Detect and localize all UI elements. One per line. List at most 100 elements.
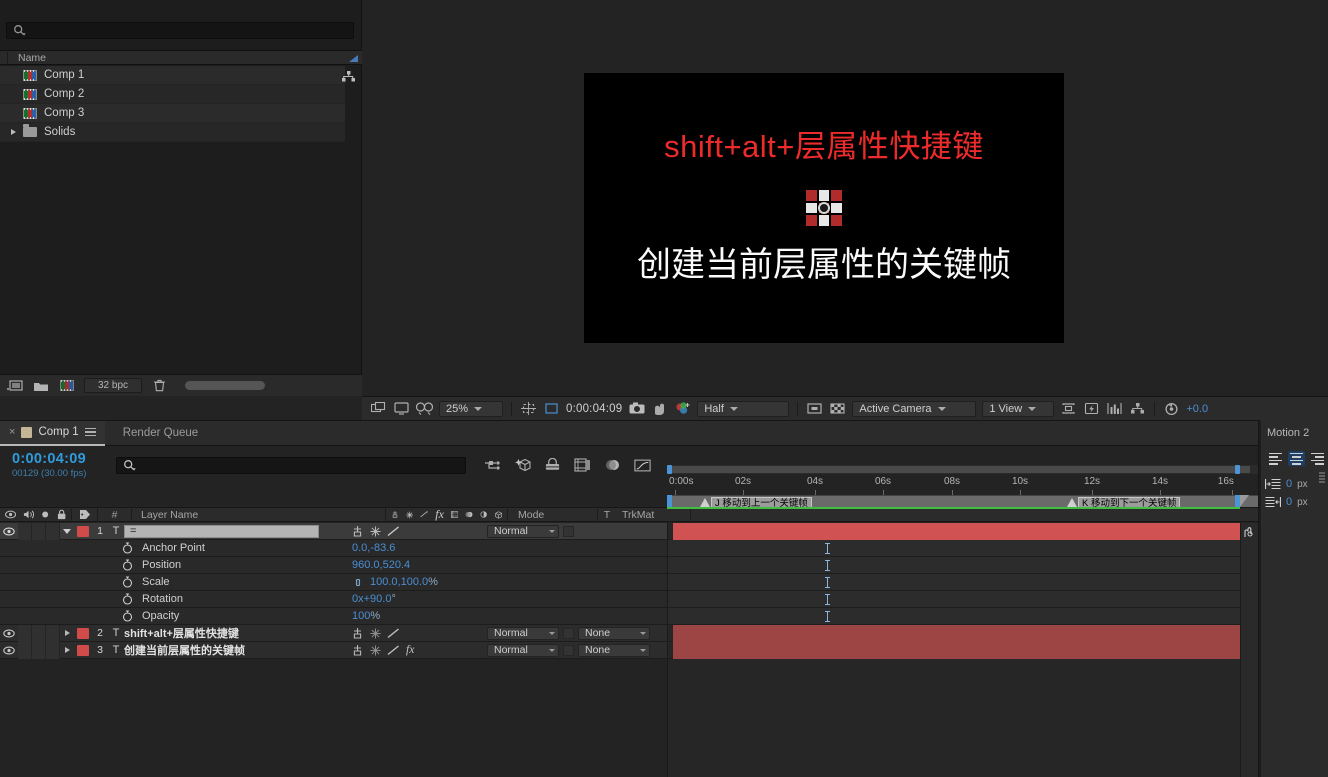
timeline-search-input[interactable] xyxy=(140,459,440,471)
interpret-footage-icon[interactable] xyxy=(6,377,23,394)
layer-duration-bar-1[interactable] xyxy=(673,523,1240,540)
continuous-rasterize-icon[interactable] xyxy=(406,509,414,521)
draft-3d-icon[interactable] xyxy=(514,457,531,474)
layer-mode-dropdown-2[interactable]: Normal xyxy=(487,626,559,640)
mode-column-header[interactable]: Mode xyxy=(507,507,598,522)
close-icon[interactable]: × xyxy=(9,426,15,438)
layer-number-header[interactable]: # xyxy=(98,507,132,522)
quality-icon[interactable] xyxy=(387,627,400,639)
work-area-start-handle[interactable] xyxy=(667,495,672,507)
continuous-rasterize-icon[interactable] xyxy=(370,644,381,656)
stopwatch-icon[interactable] xyxy=(122,576,133,588)
resolution-dropdown[interactable]: Half xyxy=(697,400,790,417)
layer-disclosure-toggle[interactable] xyxy=(60,528,74,534)
lock-toggle[interactable] xyxy=(46,641,60,659)
audio-toggle[interactable] xyxy=(18,641,32,659)
motion-blur-toggle-icon[interactable] xyxy=(465,509,473,520)
graph-editor-icon[interactable] xyxy=(634,457,651,474)
effects-fx-icon[interactable]: fx xyxy=(435,507,444,522)
layer-duration-bar-2[interactable] xyxy=(673,625,1240,642)
column-header-name[interactable]: Name xyxy=(8,52,46,64)
track-matte-slot-2[interactable] xyxy=(563,627,574,639)
exposure-reset-icon[interactable] xyxy=(1163,400,1180,417)
layer-label-color[interactable] xyxy=(77,525,89,537)
camera-view-dropdown[interactable]: Active Camera xyxy=(852,400,977,417)
disclosure-triangle-icon[interactable] xyxy=(8,129,18,135)
eye-icon[interactable] xyxy=(5,510,17,519)
property-value[interactable]: 100% xyxy=(352,610,380,622)
property-row-opacity[interactable]: Opacity 100% xyxy=(0,608,667,625)
delete-icon[interactable] xyxy=(151,377,168,394)
parent-pickwhip-icon[interactable] xyxy=(391,509,399,520)
work-area-bar[interactable] xyxy=(667,507,1240,509)
3d-glasses-icon[interactable] xyxy=(416,400,433,417)
layer-name-header[interactable]: Layer Name xyxy=(132,507,385,522)
layer-label-color[interactable] xyxy=(77,644,89,656)
align-right-button[interactable] xyxy=(1309,451,1326,466)
zoom-level-dropdown[interactable]: 25% xyxy=(439,400,503,417)
parent-pickwhip-icon[interactable] xyxy=(351,627,364,639)
motion-blur-icon[interactable] xyxy=(604,457,621,474)
panel-collapse-icon[interactable] xyxy=(1318,472,1326,484)
renderer-network-icon[interactable] xyxy=(1129,400,1146,417)
track-row-layer-1[interactable] xyxy=(668,523,1258,540)
transparency-grid-icon[interactable] xyxy=(829,400,846,417)
quality-icon[interactable] xyxy=(387,644,400,656)
layer-visibility-toggle[interactable] xyxy=(0,646,18,655)
new-folder-icon[interactable] xyxy=(32,377,49,394)
panel-menu-icon[interactable] xyxy=(84,427,96,437)
property-row-anchor-point[interactable]: Anchor Point 0.0,-83.6 xyxy=(0,540,667,557)
project-item-comp-1[interactable]: Comp 1 xyxy=(0,66,345,85)
snapshot-camera-icon[interactable] xyxy=(628,400,645,417)
layer-trkmat-dropdown-2[interactable]: None xyxy=(578,626,650,640)
indent-left-value[interactable]: 0 xyxy=(1286,478,1292,490)
project-item-solids[interactable]: Solids xyxy=(0,123,345,142)
stopwatch-icon[interactable] xyxy=(122,559,133,571)
layer-label-color[interactable] xyxy=(77,627,89,639)
track-matte-slot-3[interactable] xyxy=(563,644,574,656)
lock-icon[interactable] xyxy=(57,509,66,520)
project-search-input[interactable] xyxy=(30,24,340,37)
column-grip[interactable] xyxy=(0,50,8,65)
timeline-graph-icon[interactable] xyxy=(1106,400,1123,417)
layer-name[interactable]: 创建当前层属性的关键帧 xyxy=(124,642,245,658)
timeline-search-field[interactable] xyxy=(116,456,466,474)
indent-right-row[interactable]: 0 px xyxy=(1265,493,1328,511)
property-row-position[interactable]: Position 960.0,520.4 xyxy=(0,557,667,574)
current-timecode[interactable]: 0:00:04:09 xyxy=(12,451,108,467)
layer-row-3[interactable]: 3 T 创建当前层属性的关键帧 fx Normal None xyxy=(0,641,667,659)
property-value[interactable]: 0x+90.0° xyxy=(352,593,396,605)
layer-row-2[interactable]: 2 T shift+alt+层属性快捷键 Normal None xyxy=(0,624,667,642)
align-center-button[interactable] xyxy=(1288,451,1305,466)
frame-blend-icon[interactable] xyxy=(450,509,459,520)
track-row-layer-2[interactable] xyxy=(668,625,1258,642)
view-layout-dropdown[interactable]: 1 View xyxy=(982,400,1055,417)
solo-icon[interactable] xyxy=(41,510,49,519)
main-view-monitor-icon[interactable] xyxy=(393,400,410,417)
scale-link-icon[interactable] xyxy=(352,578,365,587)
lock-toggle[interactable] xyxy=(46,624,60,642)
network-render-icon[interactable] xyxy=(342,71,355,82)
channel-rgb-icon[interactable] xyxy=(674,400,691,417)
align-left-button[interactable] xyxy=(1267,451,1284,466)
composition-canvas[interactable]: shift+alt+层属性快捷键 创建当前层属性的关键帧 xyxy=(584,73,1064,343)
time-navigator-start-handle[interactable] xyxy=(667,465,672,474)
panel-scrollbar[interactable] xyxy=(185,381,265,390)
layer-visibility-toggle[interactable] xyxy=(0,629,18,638)
label-tag-icon[interactable] xyxy=(79,509,91,520)
layer-name-input[interactable]: = xyxy=(124,524,319,538)
audio-toggle[interactable] xyxy=(18,522,32,540)
layer-row-1[interactable]: 1 T = Normal xyxy=(0,522,667,540)
layer-mode-dropdown-3[interactable]: Normal xyxy=(487,643,559,657)
frame-blending-icon[interactable] xyxy=(574,457,591,474)
timeline-ruler[interactable]: 0:00s 02s 04s 06s 08s 10s 12s 14s 16s J 移动到上一个关键… xyxy=(667,465,1258,509)
effects-fx-icon[interactable]: fx xyxy=(406,644,414,656)
hide-shy-layers-icon[interactable] xyxy=(544,457,561,474)
always-preview-icon[interactable] xyxy=(370,400,387,417)
new-composition-icon[interactable] xyxy=(58,377,75,394)
continuous-rasterize-icon[interactable] xyxy=(370,627,381,639)
lock-toggle[interactable] xyxy=(46,522,60,540)
track-row-layer-3[interactable] xyxy=(668,642,1258,659)
parent-pickwhip-icon[interactable] xyxy=(351,525,364,537)
sort-arrow-icon[interactable] xyxy=(349,55,358,62)
